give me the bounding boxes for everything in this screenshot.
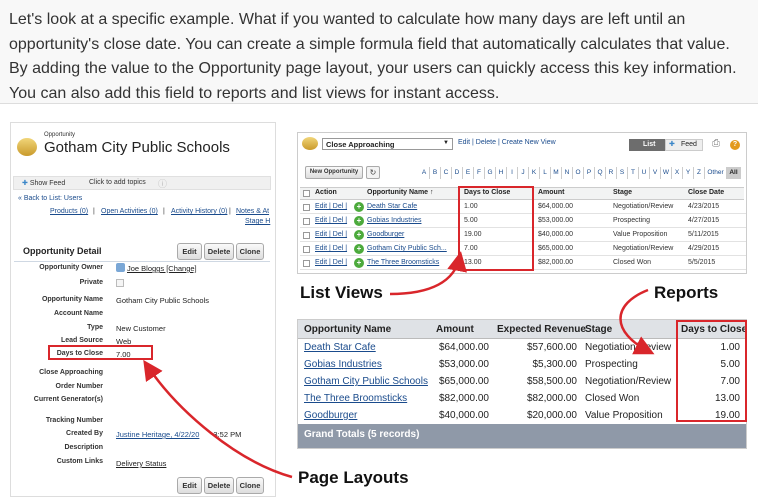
callout-arrows <box>143 251 655 479</box>
list-views-arrow <box>389 251 467 296</box>
intro-paragraph: Let's look at a specific example. What i… <box>0 0 758 104</box>
example-figure: Opportunity Gotham City Public Schools ✚… <box>0 104 758 501</box>
page-layouts-arrow <box>143 359 293 479</box>
reports-arrow <box>619 288 655 355</box>
